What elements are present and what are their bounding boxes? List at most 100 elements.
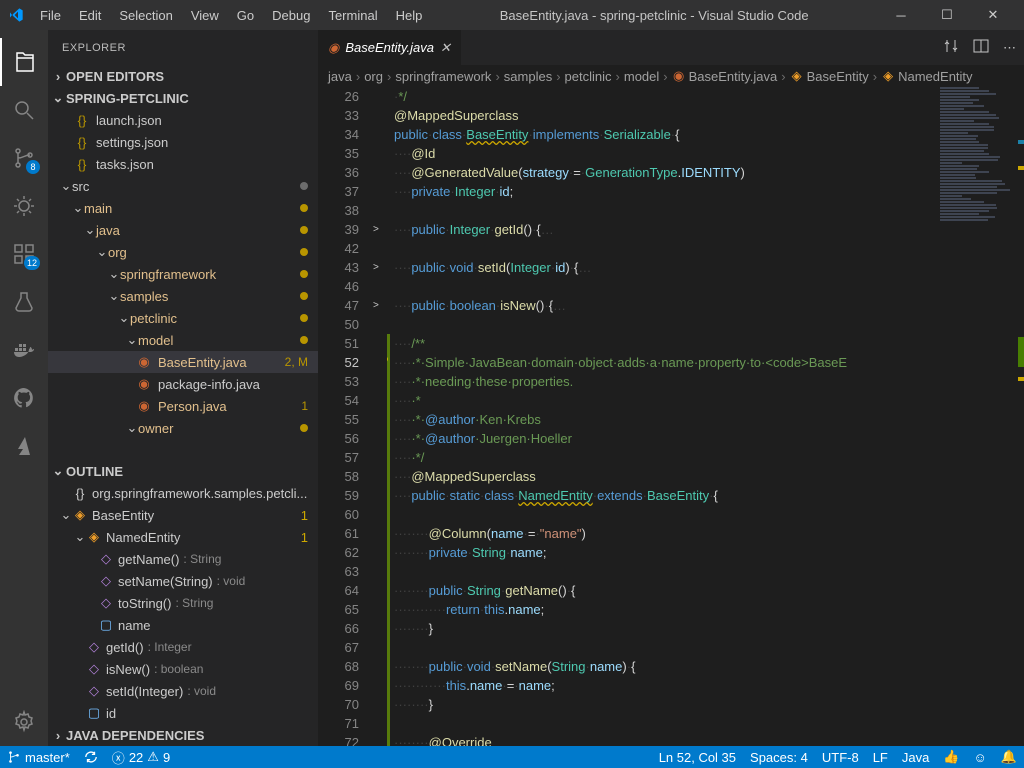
folder-label: petclinic	[130, 311, 177, 326]
crumb-java[interactable]: java	[328, 69, 352, 84]
crumb-samples[interactable]: samples	[504, 69, 552, 84]
notifications-icon[interactable]: 🔔	[994, 746, 1024, 768]
breadcrumbs[interactable]: java›org›springframework›samples›petclin…	[318, 65, 1024, 87]
folder-samples[interactable]: ⌄samples	[48, 285, 318, 307]
file-settings-json[interactable]: {}settings.json	[48, 131, 318, 153]
indentation[interactable]: Spaces: 4	[743, 746, 815, 768]
outline-id-field[interactable]: ▢id	[48, 702, 318, 724]
outline-setid[interactable]: ◇setId(Integer): void	[48, 680, 318, 702]
outline-label: getId()	[106, 640, 144, 655]
language-mode[interactable]: Java	[895, 746, 936, 768]
feedback-icon[interactable]: ☺	[967, 746, 994, 768]
lightbulb-icon[interactable]: 💡	[387, 353, 391, 372]
file-launch-json[interactable]: {} launch.json	[48, 109, 318, 131]
code-editor[interactable]: 2633343536373839424346475051525354555657…	[318, 87, 1024, 746]
close-tab-icon[interactable]: ✕	[440, 40, 451, 56]
explorer-icon[interactable]	[0, 38, 48, 86]
java-deps-header[interactable]: ›JAVA DEPENDENCIES	[48, 724, 318, 746]
folder-org[interactable]: ⌄org	[48, 241, 318, 263]
encoding[interactable]: UTF-8	[815, 746, 866, 768]
json-icon: {}	[74, 112, 90, 128]
folder-java[interactable]: ⌄java	[48, 219, 318, 241]
vscode-logo-icon	[8, 7, 24, 23]
menu-terminal[interactable]: Terminal	[320, 4, 385, 27]
outline-package[interactable]: {}org.springframework.samples.petcli...	[48, 482, 318, 504]
menu-file[interactable]: File	[32, 4, 69, 27]
extensions-icon[interactable]: 12	[0, 230, 48, 278]
folder-petclinic[interactable]: ⌄petclinic	[48, 307, 318, 329]
folder-main[interactable]: ⌄main	[48, 197, 318, 219]
crumb-baseentity[interactable]: ◈BaseEntity	[790, 69, 869, 84]
outline-namedentity[interactable]: ⌄◈NamedEntity1	[48, 526, 318, 548]
crumb-springframework[interactable]: springframework	[395, 69, 491, 84]
outline-baseentity[interactable]: ⌄◈BaseEntity1	[48, 504, 318, 526]
outline-name-field[interactable]: ▢name	[48, 614, 318, 636]
settings-gear-icon[interactable]	[0, 698, 48, 746]
file-label: launch.json	[96, 113, 162, 128]
outline-label: OUTLINE	[66, 464, 123, 479]
outline-isnew[interactable]: ◇isNew(): boolean	[48, 658, 318, 680]
signature: : void	[187, 684, 216, 698]
fold-column[interactable]: >>>	[373, 87, 387, 746]
folder-label: model	[138, 333, 173, 348]
crumb-namedentity[interactable]: ◈NamedEntity	[881, 69, 972, 84]
cursor-position[interactable]: Ln 52, Col 35	[652, 746, 743, 768]
outline-header[interactable]: ⌄OUTLINE	[48, 460, 318, 482]
minimap[interactable]	[934, 87, 1024, 746]
tab-baseentity[interactable]: ◉ BaseEntity.java ✕	[318, 30, 462, 65]
crumb-org[interactable]: org	[364, 69, 383, 84]
folder-model[interactable]: ⌄model	[48, 329, 318, 351]
modified-dot-icon	[300, 424, 308, 432]
menu-selection[interactable]: Selection	[111, 4, 180, 27]
workspace-header[interactable]: ⌄SPRING-PETCLINIC	[48, 87, 318, 109]
minimize-button[interactable]: ─	[878, 0, 924, 30]
more-actions-icon[interactable]: ⋯	[1003, 40, 1016, 56]
menu-go[interactable]: Go	[229, 4, 262, 27]
git-branch[interactable]: master*	[0, 746, 77, 768]
file-person[interactable]: ◉Person.java1	[48, 395, 318, 417]
file-tasks-json[interactable]: {}tasks.json	[48, 153, 318, 175]
file-packageinfo[interactable]: ◉package-info.java	[48, 373, 318, 395]
tab-label: BaseEntity.java	[345, 40, 434, 55]
git-badge: 1	[301, 399, 308, 413]
file-baseentity[interactable]: ◉BaseEntity.java2, M	[48, 351, 318, 373]
folder-label: samples	[120, 289, 168, 304]
outline-label: BaseEntity	[92, 508, 154, 523]
debug-icon[interactable]	[0, 182, 48, 230]
outline-setname[interactable]: ◇setName(String): void	[48, 570, 318, 592]
maximize-button[interactable]: ☐	[924, 0, 970, 30]
close-button[interactable]: ✕	[970, 0, 1016, 30]
folder-springframework[interactable]: ⌄springframework	[48, 263, 318, 285]
eol[interactable]: LF	[866, 746, 895, 768]
github-icon[interactable]	[0, 374, 48, 422]
menu-debug[interactable]: Debug	[264, 4, 318, 27]
outline-tostring[interactable]: ◇toString(): String	[48, 592, 318, 614]
source-control-icon[interactable]: 8	[0, 134, 48, 182]
docker-icon[interactable]	[0, 326, 48, 374]
file-label: settings.json	[96, 135, 168, 150]
test-icon[interactable]	[0, 278, 48, 326]
thumbs-up-icon[interactable]: 👍	[936, 746, 966, 768]
open-editors-label: OPEN EDITORS	[66, 69, 164, 84]
signature: : String	[183, 552, 221, 566]
problems-button[interactable]: ⓧ22⚠9	[105, 746, 177, 768]
compare-icon[interactable]	[943, 38, 959, 57]
split-editor-icon[interactable]	[973, 38, 989, 57]
code-content[interactable]: ·*/@MappedSuperclasspublic·class·BaseEnt…	[387, 87, 934, 746]
azure-icon[interactable]	[0, 422, 48, 470]
menu-view[interactable]: View	[183, 4, 227, 27]
warning-badge: 1	[301, 508, 308, 523]
folder-src[interactable]: ⌄src	[48, 175, 318, 197]
outline-getname[interactable]: ◇getName(): String	[48, 548, 318, 570]
open-editors-header[interactable]: ›OPEN EDITORS	[48, 65, 318, 87]
menu-help[interactable]: Help	[388, 4, 431, 27]
search-icon[interactable]	[0, 86, 48, 134]
java-icon: ◉	[328, 40, 339, 56]
sync-button[interactable]	[77, 746, 105, 768]
folder-owner[interactable]: ⌄owner	[48, 417, 318, 439]
crumb-model[interactable]: model	[624, 69, 659, 84]
crumb-baseentity.java[interactable]: ◉BaseEntity.java	[672, 69, 778, 84]
outline-getid[interactable]: ◇getId(): Integer	[48, 636, 318, 658]
menu-edit[interactable]: Edit	[71, 4, 109, 27]
crumb-petclinic[interactable]: petclinic	[565, 69, 612, 84]
